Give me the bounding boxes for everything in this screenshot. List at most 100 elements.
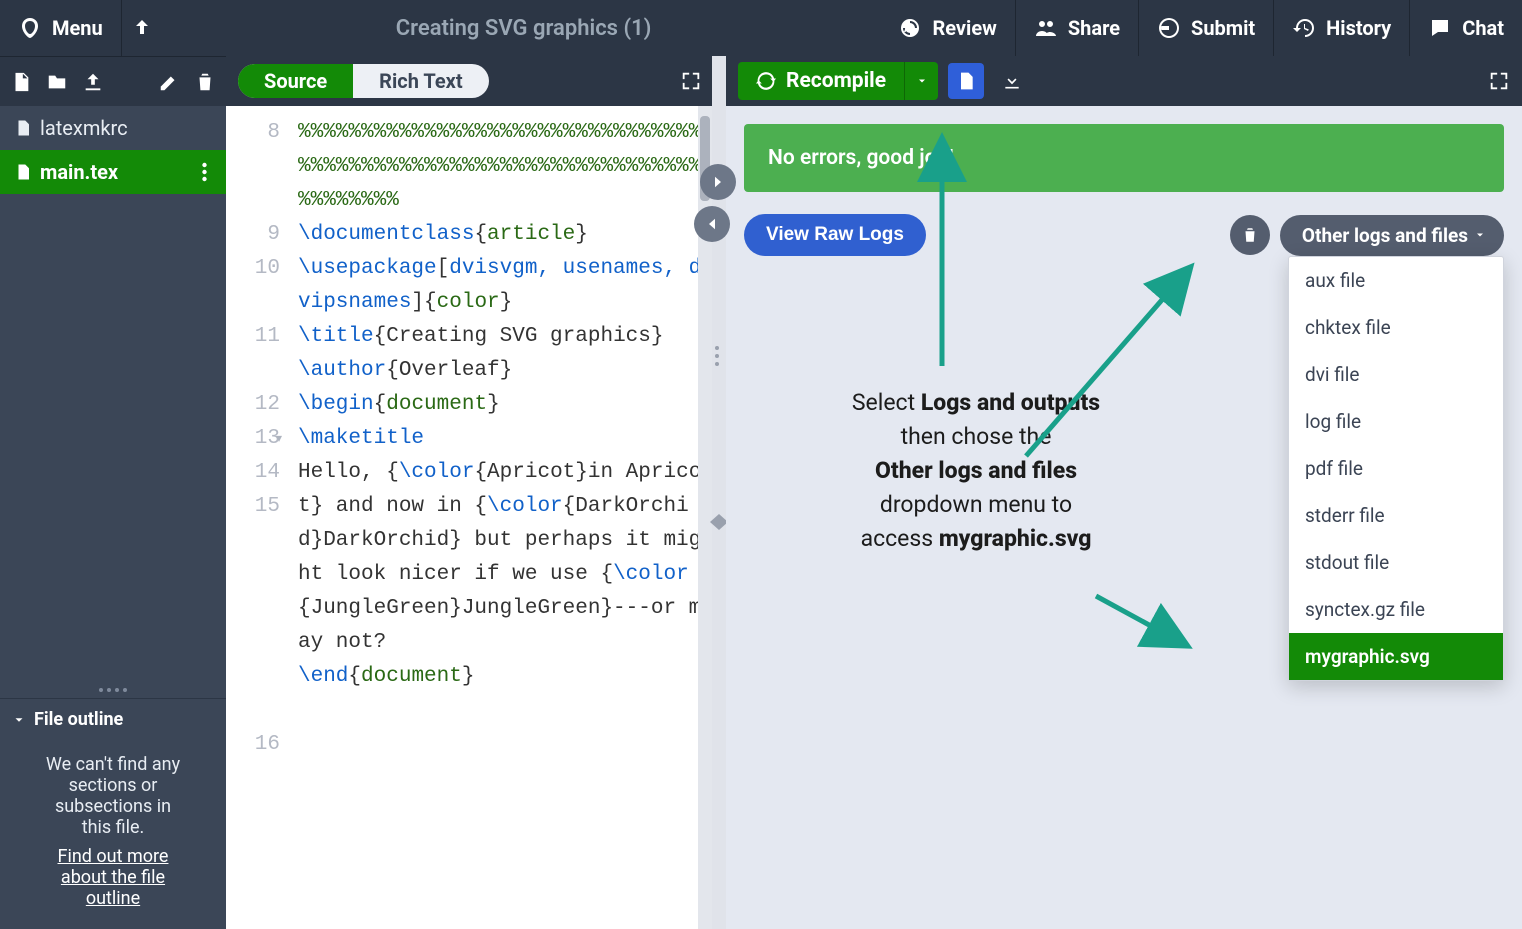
outline-toggle[interactable]: File outline: [0, 699, 226, 740]
dropdown-item[interactable]: synctex.gz file: [1289, 586, 1503, 633]
file-item-menu-icon[interactable]: [196, 161, 212, 183]
chat-label: Chat: [1462, 16, 1504, 40]
review-icon: A: [898, 16, 922, 40]
compile-status-banner: No errors, good job!: [744, 124, 1504, 192]
outline-header-label: File outline: [34, 709, 123, 730]
up-level-icon: [132, 16, 156, 40]
outline-link-text: about the file: [58, 867, 169, 888]
upload-icon[interactable]: [82, 71, 104, 93]
instruction-span: then chose the: [901, 423, 1052, 450]
submit-icon: [1157, 16, 1181, 40]
logs-outputs-button[interactable]: [948, 63, 984, 99]
outline-link-text: Find out more: [58, 846, 169, 867]
code-content[interactable]: %%%%%%%%%%%%%%%%%%%%%%%%%%%%%%%%%%%%%%%%…: [292, 106, 712, 929]
file-item-main-tex[interactable]: main.tex: [0, 150, 226, 194]
dropdown-item[interactable]: pdf file: [1289, 445, 1503, 492]
dropdown-item[interactable]: stderr file: [1289, 492, 1503, 539]
sync-to-code-button[interactable]: [694, 206, 730, 242]
dropdown-item[interactable]: log file: [1289, 398, 1503, 445]
trash-icon: [1241, 225, 1259, 245]
instruction-bold: mygraphic.svg: [939, 525, 1092, 552]
delete-icon[interactable]: [194, 71, 216, 93]
file-item-latexmkrc[interactable]: latexmkrc: [0, 106, 226, 150]
recompile-button[interactable]: Recompile: [738, 62, 904, 100]
recompile-dropdown[interactable]: [904, 62, 938, 100]
outline-body: We can't find any sections or subsection…: [0, 740, 226, 929]
sync-to-pdf-button[interactable]: [700, 164, 736, 200]
document-icon: [956, 71, 976, 91]
instruction-span: dropdown menu to: [880, 491, 1072, 518]
collapse-left-icon[interactable]: [710, 514, 719, 530]
file-panel: latexmkrc main.tex File outline We can't…: [0, 56, 226, 929]
clear-cache-button[interactable]: [1230, 215, 1270, 255]
dropdown-item[interactable]: chktex file: [1289, 304, 1503, 351]
submit-label: Submit: [1191, 16, 1255, 40]
history-label: History: [1326, 16, 1391, 40]
menu-label: Menu: [52, 16, 103, 40]
overleaf-logo-icon: [18, 16, 42, 40]
recompile-group: Recompile: [738, 62, 938, 100]
outline-text: We can't find any: [20, 754, 206, 775]
preview-body: No errors, good job! View Raw Logs Other…: [726, 106, 1522, 929]
refresh-icon: [756, 71, 776, 91]
outline-text: this file.: [20, 817, 206, 838]
file-name: latexmkrc: [40, 116, 128, 140]
recompile-label: Recompile: [786, 69, 886, 93]
menu-button[interactable]: Menu: [0, 0, 121, 56]
workspace: latexmkrc main.tex File outline We can't…: [0, 56, 1522, 929]
editor-toolbar: Source Rich Text: [226, 56, 712, 106]
panel-resize-handle[interactable]: [0, 682, 226, 698]
other-logs-label: Other logs and files: [1302, 224, 1468, 247]
dropdown-item[interactable]: aux file: [1289, 257, 1503, 304]
toggle-source[interactable]: Source: [238, 64, 353, 98]
chevron-down-icon: [12, 713, 26, 727]
chat-icon: [1428, 16, 1452, 40]
other-logs-dropdown-button[interactable]: Other logs and files: [1280, 215, 1504, 256]
instruction-span: Select: [852, 389, 921, 416]
history-icon: [1292, 16, 1316, 40]
submit-button[interactable]: Submit: [1138, 0, 1273, 56]
share-label: Share: [1068, 16, 1120, 40]
dropdown-item[interactable]: mygraphic.svg: [1289, 633, 1503, 680]
project-title: Creating SVG graphics (1): [167, 16, 881, 41]
file-toolbar: [0, 56, 226, 106]
top-toolbar: Menu Creating SVG graphics (1) A Review …: [0, 0, 1522, 56]
preview-fullscreen-icon[interactable]: [1488, 70, 1510, 92]
other-logs-dropdown-menu: aux filechktex filedvi filelog filepdf f…: [1288, 256, 1504, 681]
outline-text: subsections in: [20, 796, 206, 817]
caret-down-icon: [1474, 229, 1486, 241]
preview-toolbar: Recompile: [726, 56, 1522, 106]
editor-fullscreen-icon[interactable]: [680, 70, 702, 92]
rename-icon[interactable]: [158, 71, 180, 93]
dropdown-item[interactable]: stdout file: [1289, 539, 1503, 586]
svg-text:A: A: [904, 24, 911, 35]
history-button[interactable]: History: [1273, 0, 1409, 56]
instruction-text: Select Logs and outputs then chose the O…: [756, 386, 1196, 556]
file-icon: [14, 118, 32, 138]
chat-button[interactable]: Chat: [1409, 0, 1522, 56]
file-name: main.tex: [40, 160, 118, 184]
instruction-bold: Other logs and files: [875, 457, 1077, 484]
outline-link-text: outline: [58, 888, 169, 909]
instruction-span: access: [861, 525, 939, 552]
toggle-rich-text[interactable]: Rich Text: [353, 64, 488, 98]
new-folder-icon[interactable]: [46, 71, 68, 93]
new-file-icon[interactable]: [10, 71, 32, 93]
line-gutter: 8910111213141516: [226, 106, 292, 929]
review-button[interactable]: A Review: [880, 0, 1014, 56]
instruction-bold: Logs and outputs: [921, 389, 1100, 416]
share-icon: [1034, 16, 1058, 40]
file-list: latexmkrc main.tex: [0, 106, 226, 194]
download-pdf-button[interactable]: [994, 63, 1030, 99]
up-button[interactable]: [121, 0, 167, 56]
view-toggle: Source Rich Text: [238, 64, 489, 98]
file-outline: File outline We can't find any sections …: [0, 698, 226, 929]
download-icon: [1002, 71, 1022, 91]
arrow-right-icon: [709, 173, 727, 191]
outline-learn-more-link[interactable]: Find out more about the file outline: [58, 846, 169, 909]
file-icon: [14, 162, 32, 182]
share-button[interactable]: Share: [1015, 0, 1138, 56]
dropdown-item[interactable]: dvi file: [1289, 351, 1503, 398]
code-editor[interactable]: 8910111213141516 %%%%%%%%%%%%%%%%%%%%%%%…: [226, 106, 712, 929]
view-raw-logs-button[interactable]: View Raw Logs: [744, 214, 926, 256]
